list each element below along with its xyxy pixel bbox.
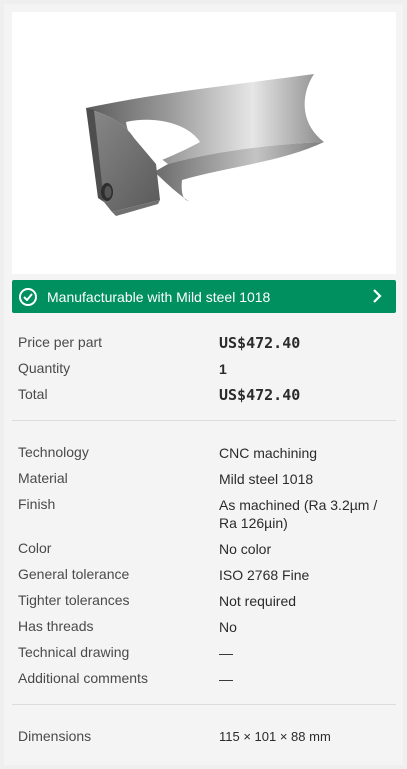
spec-value: Mild steel 1018 <box>219 471 314 487</box>
spec-label: Color <box>18 540 52 556</box>
quantity-label: Quantity <box>18 360 71 376</box>
check-circle-icon <box>19 287 37 306</box>
spec-label: General tolerance <box>18 566 130 582</box>
spec-label: Finish <box>18 496 56 512</box>
part-summary-card: Manufacturable with Mild steel 1018 Pric… <box>4 4 403 765</box>
spec-value: CNC machining <box>219 445 318 461</box>
part-3d-preview[interactable] <box>12 12 396 274</box>
part-model-image <box>86 74 324 216</box>
spec-value: — <box>219 671 233 687</box>
spec-value: No color <box>219 541 272 557</box>
quantity-value: 1 <box>219 361 227 377</box>
dimensions-value: 115 × 101 × 88 mm <box>219 729 331 744</box>
spec-value: ISO 2768 Fine <box>219 567 310 583</box>
spec-value: No <box>219 619 237 635</box>
total-value: US$472.40 <box>219 386 301 404</box>
spec-label: Technology <box>18 444 89 460</box>
spec-value: Not required <box>219 593 297 609</box>
spec-label: Additional comments <box>18 670 148 686</box>
spec-label: Material <box>18 470 68 486</box>
chevron-right-icon[interactable] <box>372 288 382 309</box>
price-per-part-value: US$472.40 <box>219 334 301 352</box>
price-per-part-label: Price per part <box>18 334 103 350</box>
divider <box>12 420 396 421</box>
spec-label: Has threads <box>18 618 94 634</box>
manufacturability-banner[interactable]: Manufacturable with Mild steel 1018 <box>12 280 396 313</box>
spec-label: Tighter tolerances <box>18 592 130 608</box>
spec-value: — <box>219 645 233 661</box>
total-label: Total <box>18 386 48 402</box>
spec-value: As machined (Ra 3.2µm / Ra 126µin) <box>219 497 378 531</box>
divider <box>12 704 396 705</box>
dimensions-label: Dimensions <box>18 728 92 744</box>
spec-label: Technical drawing <box>18 644 130 660</box>
manufacturability-message: Manufacturable with Mild steel 1018 <box>47 288 271 305</box>
